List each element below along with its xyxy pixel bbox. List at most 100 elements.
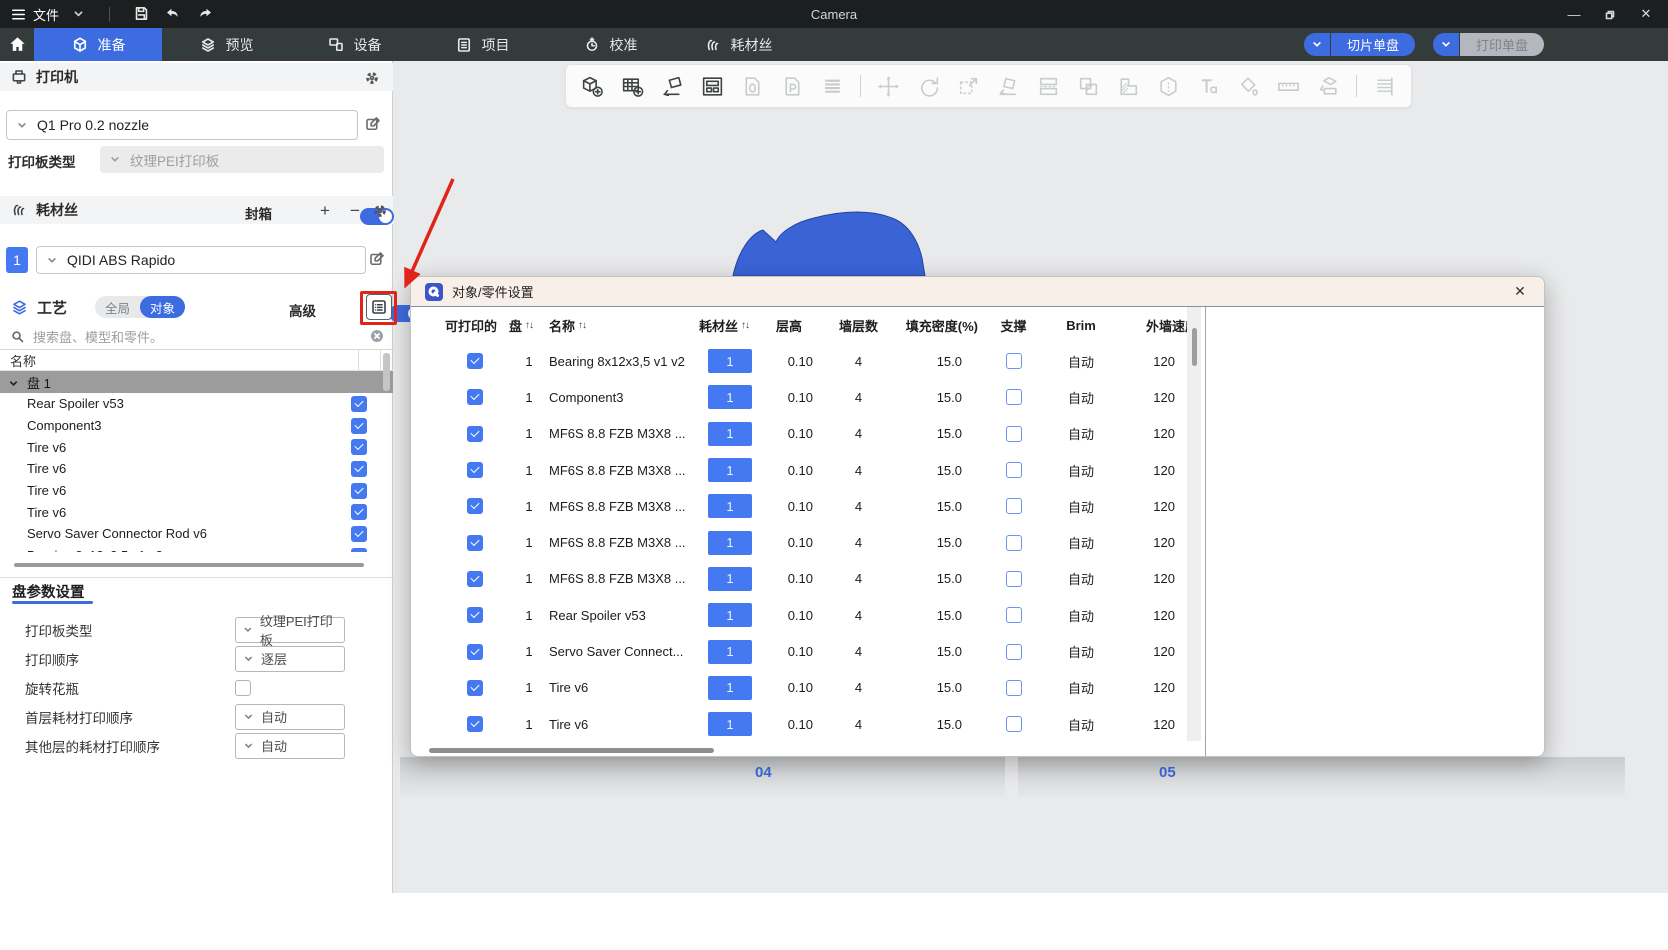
- object-settings-row[interactable]: 1 MF6S 8.8 FZB M3X8 ... 1 0.10 4 15.0 自动…: [411, 524, 1187, 560]
- object-visibility-checkbox[interactable]: [351, 526, 367, 542]
- tab-preview[interactable]: 预览: [162, 28, 290, 61]
- infill-density-cell[interactable]: 15.0: [891, 535, 986, 550]
- edit-printer-icon[interactable]: [364, 115, 382, 133]
- object-list-item[interactable]: Tire v6: [0, 458, 380, 480]
- object-list-item[interactable]: Component3: [0, 415, 380, 437]
- wall-loops-cell[interactable]: 4: [826, 717, 891, 732]
- object-settings-list-button[interactable]: [366, 294, 392, 320]
- object-list-item[interactable]: Tire v6: [0, 480, 380, 502]
- printable-checkbox[interactable]: [467, 571, 483, 587]
- filament-badge[interactable]: 1: [708, 349, 752, 373]
- object-list-item[interactable]: Bearing 8x12x3,5 v1 v2: [0, 545, 380, 552]
- infill-density-cell[interactable]: 15.0: [891, 354, 986, 369]
- printable-checkbox[interactable]: [467, 680, 483, 696]
- document-zero-button[interactable]: [740, 74, 765, 99]
- dialog-vscroll-thumb[interactable]: [1192, 328, 1197, 366]
- outer-wall-speed-cell[interactable]: 120: [1121, 535, 1185, 550]
- infill-density-cell[interactable]: 15.0: [891, 499, 986, 514]
- plate-setting-select[interactable]: 纹理PEI打印板: [235, 617, 345, 643]
- file-menu-button[interactable]: 文件: [10, 5, 59, 24]
- negative-part-button[interactable]: [1116, 74, 1141, 99]
- infill-density-cell[interactable]: 15.0: [891, 717, 986, 732]
- infill-density-cell[interactable]: 15.0: [891, 644, 986, 659]
- brim-cell[interactable]: 自动: [1041, 715, 1121, 734]
- wall-loops-cell[interactable]: 4: [826, 571, 891, 586]
- filament-badge[interactable]: 1: [708, 494, 752, 518]
- layer-height-cell[interactable]: 0.10: [771, 571, 826, 586]
- object-visibility-checkbox[interactable]: [351, 504, 367, 520]
- support-checkbox[interactable]: [1006, 571, 1022, 587]
- object-list-item[interactable]: Tire v6: [0, 501, 380, 523]
- brim-cell[interactable]: 自动: [1041, 497, 1121, 516]
- layer-height-cell[interactable]: 0.10: [771, 717, 826, 732]
- wall-loops-cell[interactable]: 4: [826, 463, 891, 478]
- object-list-item[interactable]: Rear Spoiler v53: [0, 393, 380, 415]
- plate-setting-checkbox[interactable]: [235, 680, 251, 696]
- add-filament-button[interactable]: +: [320, 201, 330, 221]
- layers-list-button[interactable]: [820, 74, 845, 99]
- layer-height-cell[interactable]: 0.10: [771, 499, 826, 514]
- support-checkbox[interactable]: [1006, 498, 1022, 514]
- filament-badge[interactable]: 1: [708, 603, 752, 627]
- column-header-3[interactable]: 名称↑↓: [549, 316, 699, 335]
- brim-cell[interactable]: 自动: [1041, 533, 1121, 552]
- object-list-scrollbar[interactable]: [383, 353, 390, 391]
- printable-checkbox[interactable]: [467, 426, 483, 442]
- cut-button[interactable]: [1036, 74, 1061, 99]
- home-button[interactable]: [0, 28, 34, 61]
- plate-setting-select[interactable]: 自动: [235, 733, 345, 759]
- object-settings-row[interactable]: 1 Tire v6 1 0.10 4 15.0 自动 120: [411, 706, 1187, 742]
- paint-button[interactable]: [1236, 74, 1261, 99]
- move-button[interactable]: [876, 74, 901, 99]
- layer-height-cell[interactable]: 0.10: [771, 354, 826, 369]
- object-visibility-checkbox[interactable]: [351, 396, 367, 412]
- assembly-button[interactable]: [1316, 74, 1341, 99]
- plate-05-edge[interactable]: [1018, 757, 1625, 797]
- print-plate-button[interactable]: 打印单盘: [1460, 33, 1544, 56]
- filament-badge[interactable]: 1: [708, 385, 752, 409]
- object-visibility-checkbox[interactable]: [351, 461, 367, 477]
- object-settings-row[interactable]: 1 Bearing 8x12x3,5 v1 v2 1 0.10 4 15.0 自…: [411, 343, 1187, 379]
- filament-select[interactable]: QIDI ABS Rapido: [36, 246, 366, 274]
- text-button[interactable]: [1196, 74, 1221, 99]
- scope-object-option[interactable]: 对象: [140, 296, 185, 318]
- printable-checkbox[interactable]: [467, 498, 483, 514]
- outer-wall-speed-cell[interactable]: 120: [1121, 499, 1185, 514]
- filament-badge[interactable]: 1: [708, 458, 752, 482]
- arrange-button[interactable]: [700, 74, 725, 99]
- file-menu-chevron[interactable]: [65, 3, 91, 25]
- dialog-titlebar[interactable]: 对象/零件设置 ✕: [411, 277, 1544, 307]
- brim-cell[interactable]: 自动: [1041, 569, 1121, 588]
- brim-cell[interactable]: 自动: [1041, 388, 1121, 407]
- layer-height-cell[interactable]: 0.10: [771, 680, 826, 695]
- print-options-chevron[interactable]: [1433, 33, 1459, 56]
- filament-badge[interactable]: 1: [708, 640, 752, 664]
- printable-checkbox[interactable]: [467, 535, 483, 551]
- printable-checkbox[interactable]: [467, 389, 483, 405]
- object-settings-row[interactable]: 1 Component3 1 0.10 4 15.0 自动 120: [411, 379, 1187, 415]
- outer-wall-speed-cell[interactable]: 120: [1121, 463, 1185, 478]
- collapse-chevron-icon[interactable]: [8, 375, 19, 390]
- object-visibility-checkbox[interactable]: [351, 483, 367, 499]
- object-list-item[interactable]: Tire v6: [0, 436, 380, 458]
- support-checkbox[interactable]: [1006, 389, 1022, 405]
- add-plate-button[interactable]: [620, 74, 645, 99]
- outer-wall-speed-cell[interactable]: 120: [1121, 608, 1185, 623]
- undo-button[interactable]: [160, 3, 186, 25]
- column-header-2[interactable]: 盘↑↓: [509, 316, 549, 335]
- printer-select[interactable]: Q1 Pro 0.2 nozzle: [6, 110, 358, 140]
- object-settings-row[interactable]: 1 MF6S 8.8 FZB M3X8 ... 1 0.10 4 15.0 自动…: [411, 416, 1187, 452]
- layer-height-cell[interactable]: 0.10: [771, 426, 826, 441]
- support-checkbox[interactable]: [1006, 680, 1022, 696]
- brim-cell[interactable]: 自动: [1041, 352, 1121, 371]
- remove-filament-button[interactable]: −: [350, 201, 360, 221]
- rotate-button[interactable]: [916, 74, 941, 99]
- infill-density-cell[interactable]: 15.0: [891, 571, 986, 586]
- variable-layer-button[interactable]: [1372, 74, 1397, 99]
- object-settings-row[interactable]: 1 Rear Spoiler v53 1 0.10 4 15.0 自动 120: [411, 597, 1187, 633]
- printer-settings-gear-icon[interactable]: [364, 69, 380, 87]
- plate-setting-select[interactable]: 自动: [235, 704, 345, 730]
- slice-plate-button[interactable]: 切片单盘: [1331, 33, 1415, 56]
- brim-cell[interactable]: 自动: [1041, 424, 1121, 443]
- edit-filament-icon[interactable]: [368, 250, 386, 268]
